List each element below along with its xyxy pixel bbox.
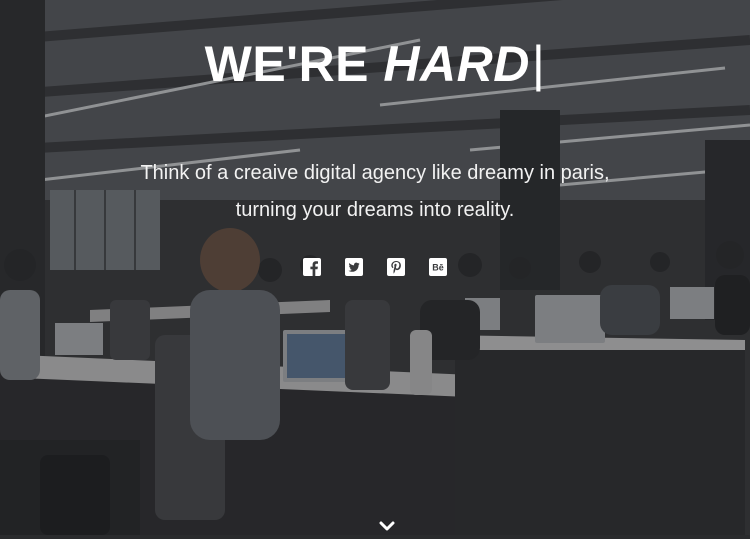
scroll-down-button[interactable] — [377, 520, 397, 534]
hero-title-prefix: WE'RE — [204, 36, 384, 92]
typing-cursor: | — [531, 36, 546, 92]
hero-title: WE'RE HARD| — [0, 34, 750, 94]
facebook-icon — [303, 258, 321, 276]
facebook-link[interactable] — [303, 258, 321, 276]
behance-link[interactable]: Bē — [429, 258, 447, 276]
hero-tagline: Think of a creaive digital agency like d… — [0, 155, 750, 229]
behance-logo-text: Bē — [432, 263, 444, 273]
social-links: Bē — [0, 258, 750, 276]
twitter-icon — [345, 258, 363, 276]
chevron-down-icon — [379, 521, 395, 531]
twitter-link[interactable] — [345, 258, 363, 276]
tagline-line-1: Think of a creaive digital agency like d… — [140, 162, 610, 184]
behance-icon: Bē — [429, 258, 447, 276]
pinterest-icon — [387, 258, 405, 276]
tagline-line-2: turning your dreams into reality. — [235, 199, 515, 221]
hero-title-emphasis: HARD — [383, 36, 530, 92]
pinterest-link[interactable] — [387, 258, 405, 276]
